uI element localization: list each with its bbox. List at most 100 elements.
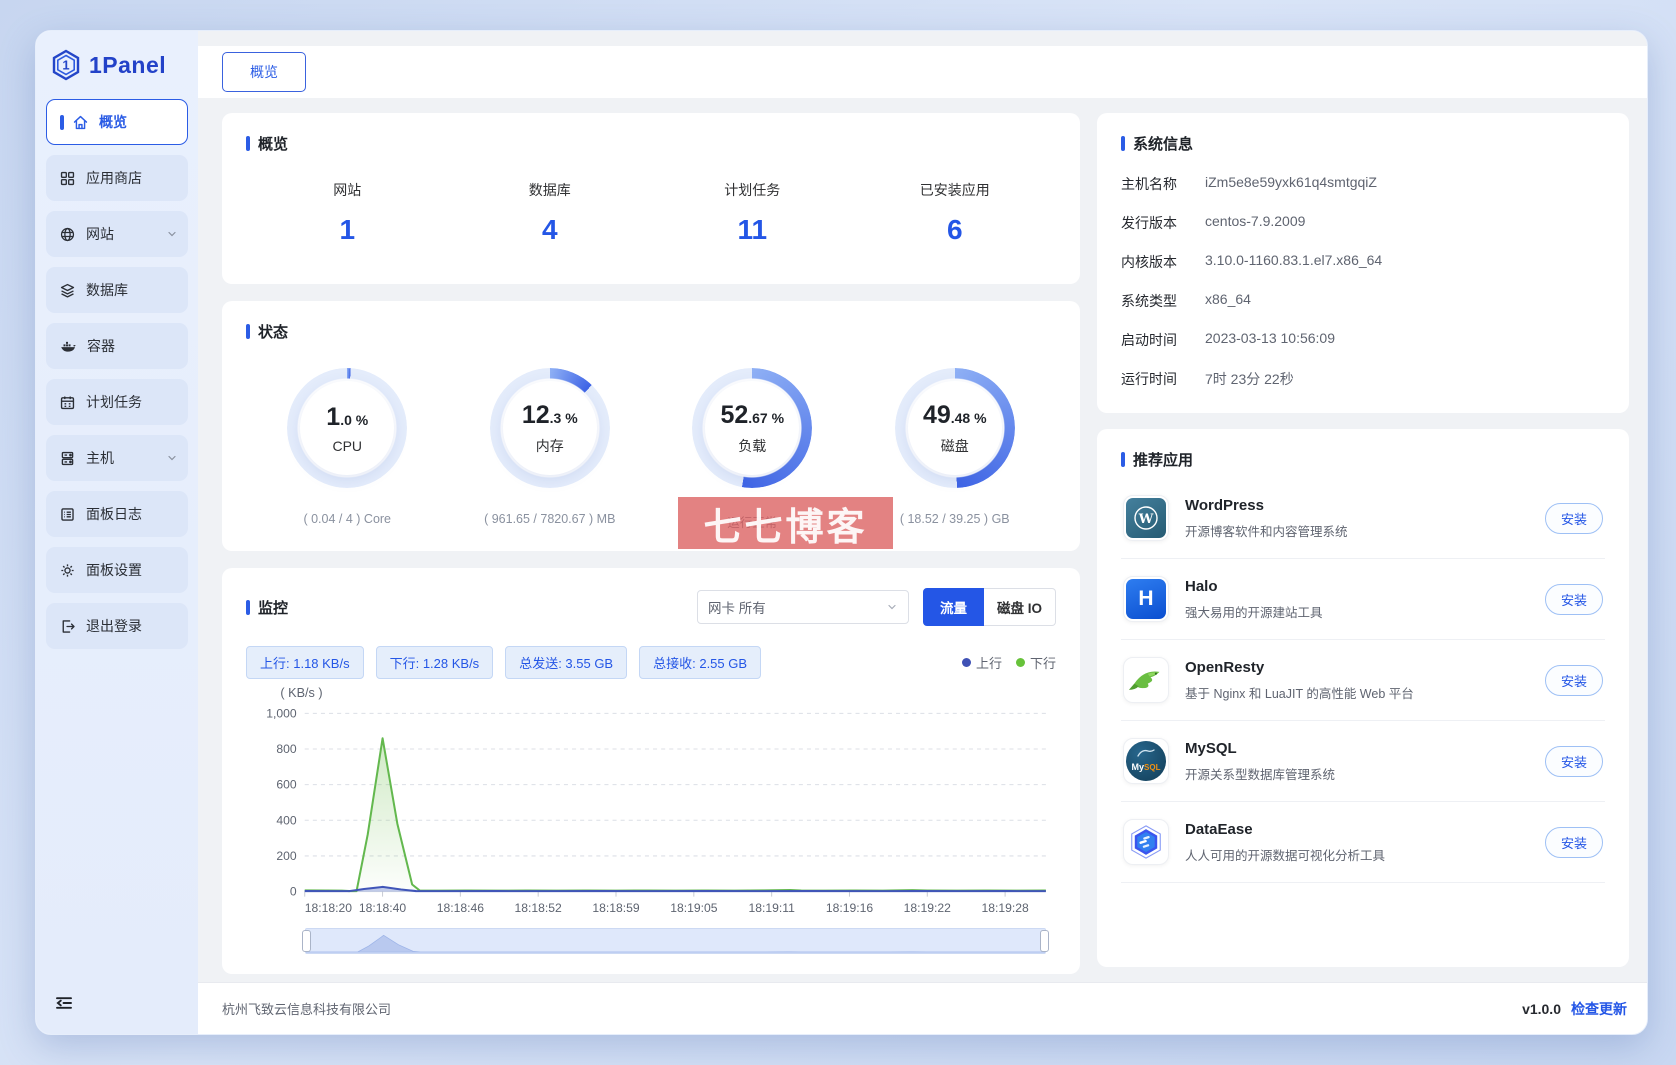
stat-installed-apps[interactable]: 已安装应用 6 — [854, 180, 1057, 246]
stat-label: 计划任务 — [724, 182, 781, 198]
info-row-uptime: 运行时间 7时 23分 22秒 — [1121, 369, 1605, 389]
gauge-value: 49 — [922, 400, 951, 429]
brush-handle-right[interactable] — [1039, 930, 1049, 952]
info-row-boot-time: 启动时间 2023-03-13 10:56:09 — [1121, 330, 1605, 350]
nic-select[interactable]: 网卡 所有 — [696, 590, 909, 624]
traffic-button[interactable]: 流量 — [922, 588, 984, 626]
sidebar: 1 1Panel 概览 应用商店 网站 数据库 容器 计划任务 主机 面板日志 … — [36, 31, 198, 1034]
info-label: 主机名称 — [1121, 176, 1177, 192]
recommended-apps-card: 推荐应用 W WordPress 开源博客软件和内容管理系统 安装 H Halo… — [1097, 429, 1629, 967]
gauge-load: 52.67 % 负载 运行正常 — [651, 368, 854, 531]
sidebar-item-cron[interactable]: 计划任务 — [46, 379, 188, 425]
stat-label: 已安装应用 — [919, 182, 990, 198]
info-row-hostname: 主机名称 iZm5e8e59yxk61q4smtgqiZ — [1121, 174, 1605, 194]
stat-cronjobs[interactable]: 计划任务 11 — [651, 180, 854, 246]
svg-text:600: 600 — [276, 778, 297, 792]
system-info-card: 系统信息 主机名称 iZm5e8e59yxk61q4smtgqiZ 发行版本 c… — [1097, 113, 1629, 413]
install-dataease-button[interactable]: 安装 — [1544, 826, 1603, 858]
sidebar-item-container[interactable]: 容器 — [46, 323, 188, 369]
gauge-disk: 49.48 % 磁盘 ( 18.52 / 39.25 ) GB — [854, 368, 1057, 531]
svg-text:W: W — [1138, 512, 1154, 527]
total-sent-badge: 总发送: 3.55 GB — [505, 646, 628, 679]
topbar: 概览 — [198, 46, 1647, 98]
server-icon — [61, 451, 74, 465]
sidebar-item-website[interactable]: 网站 — [46, 211, 188, 257]
system-info-rows: 主机名称 iZm5e8e59yxk61q4smtgqiZ 发行版本 centos… — [1121, 174, 1605, 389]
title-accent-bar — [246, 136, 250, 151]
disk-io-button[interactable]: 磁盘 IO — [983, 588, 1056, 626]
brand-name: 1Panel — [89, 51, 167, 78]
recommended-apps-title: 推荐应用 — [1121, 449, 1605, 470]
stat-databases[interactable]: 数据库 4 — [449, 180, 652, 246]
svg-text:200: 200 — [276, 849, 297, 863]
overview-card-title: 概览 — [246, 133, 1056, 154]
sidebar-item-logout[interactable]: 退出登录 — [46, 603, 188, 649]
check-update-link[interactable]: 检查更新 — [1571, 999, 1627, 1019]
gauge-label: 内存 — [535, 437, 564, 454]
disk-gauge-center: 49.48 % 磁盘 — [907, 381, 1002, 475]
sidebar-item-panel-log[interactable]: 面板日志 — [46, 491, 188, 537]
sidebar-item-label: 应用商店 — [86, 170, 142, 186]
svg-text:400: 400 — [276, 813, 297, 827]
sidebar-item-host[interactable]: 主机 — [46, 435, 188, 481]
gear-icon — [61, 563, 74, 577]
app-name: DataEase — [1185, 820, 1253, 838]
app-name: Halo — [1185, 577, 1218, 595]
svg-text:800: 800 — [276, 742, 297, 756]
gauge-value: 12 — [521, 400, 550, 429]
monitor-header: 监控 网卡 所有 流量 磁盘 IO — [246, 588, 1056, 626]
system-info-title-text: 系统信息 — [1133, 136, 1194, 153]
gauge-label: CPU — [332, 437, 363, 454]
monitor-toggle-group: 流量 磁盘 IO — [922, 588, 1056, 626]
sidebar-item-overview[interactable]: 概览 — [46, 99, 188, 145]
install-mysql-button[interactable]: 安装 — [1544, 745, 1603, 777]
svg-text:18:18:40: 18:18:40 — [359, 901, 407, 915]
sidebar-item-database[interactable]: 数据库 — [46, 267, 188, 313]
status-gauges: 1.0 % CPU ( 0.04 / 4 ) Core 12.3 % 内存 (… — [246, 368, 1056, 531]
stat-value: 11 — [737, 214, 768, 245]
info-label: 运行时间 — [1121, 371, 1177, 387]
sidebar-item-appstore[interactable]: 应用商店 — [46, 155, 188, 201]
dataease-icon — [1123, 819, 1169, 865]
tab-overview[interactable]: 概览 — [222, 52, 306, 92]
app-desc: 人人可用的开源数据可视化分析工具 — [1185, 848, 1386, 863]
chevron-down-icon — [168, 231, 176, 237]
traffic-chart: ( KB/s ) 0 200 400 600 800 1,000 18:18:20 18:18:… — [246, 683, 1056, 954]
nic-select-value: 网卡 所有 — [707, 601, 766, 616]
chevron-down-icon — [168, 455, 176, 461]
legend-up[interactable]: 上行 — [961, 653, 1002, 672]
status-card: 状态 1.0 % CPU ( 0.04 / 4 ) Core 12.3 % 内存… — [222, 301, 1080, 551]
svg-text:18:18:52: 18:18:52 — [515, 901, 563, 915]
sidebar-item-label: 数据库 — [86, 282, 128, 298]
install-halo-button[interactable]: 安装 — [1544, 583, 1603, 615]
logout-icon — [62, 619, 75, 633]
system-info-title: 系统信息 — [1121, 133, 1605, 154]
docker-icon — [61, 341, 76, 352]
app-row-mysql: MySQL MySQL 开源关系型数据库管理系统 安装 — [1121, 721, 1605, 802]
collapse-sidebar-icon[interactable] — [54, 993, 74, 1013]
database-icon — [60, 283, 75, 298]
legend-down[interactable]: 下行 — [1015, 653, 1056, 672]
install-wordpress-button[interactable]: 安装 — [1544, 502, 1603, 534]
info-value: iZm5e8e59yxk61q4smtgqiZ — [1205, 174, 1377, 190]
chart-datazoom-brush[interactable] — [301, 928, 1049, 954]
stat-websites[interactable]: 网站 1 — [246, 180, 449, 246]
app-list: W WordPress 开源博客软件和内容管理系统 安装 H Halo 强大易用… — [1121, 478, 1605, 883]
left-column: 概览 网站 1 数据库 4 计划任务 11 已安装应用 6 状态 1.0 % C… — [222, 113, 1080, 974]
gauge-subtext: 运行正常 — [727, 516, 778, 530]
svg-text:0: 0 — [290, 885, 297, 899]
stat-value: 1 — [339, 214, 356, 245]
brush-handle-left[interactable] — [301, 930, 311, 952]
gauge-label: 磁盘 — [940, 437, 969, 454]
footer: 杭州飞致云信息科技有限公司 v1.0.0 检查更新 — [198, 982, 1647, 1034]
stat-label: 网站 — [333, 182, 362, 198]
app-name: WordPress — [1185, 496, 1264, 514]
status-card-title: 状态 — [246, 321, 1056, 342]
svg-text:1: 1 — [62, 58, 69, 73]
install-openresty-button[interactable]: 安装 — [1544, 664, 1603, 696]
app-name: MySQL — [1185, 739, 1237, 757]
sidebar-item-panel-settings[interactable]: 面板设置 — [46, 547, 188, 593]
sidebar-item-label: 计划任务 — [86, 394, 142, 410]
app-row-dataease: DataEase 人人可用的开源数据可视化分析工具 安装 — [1121, 802, 1605, 883]
mysql-icon: MySQL — [1123, 738, 1169, 784]
